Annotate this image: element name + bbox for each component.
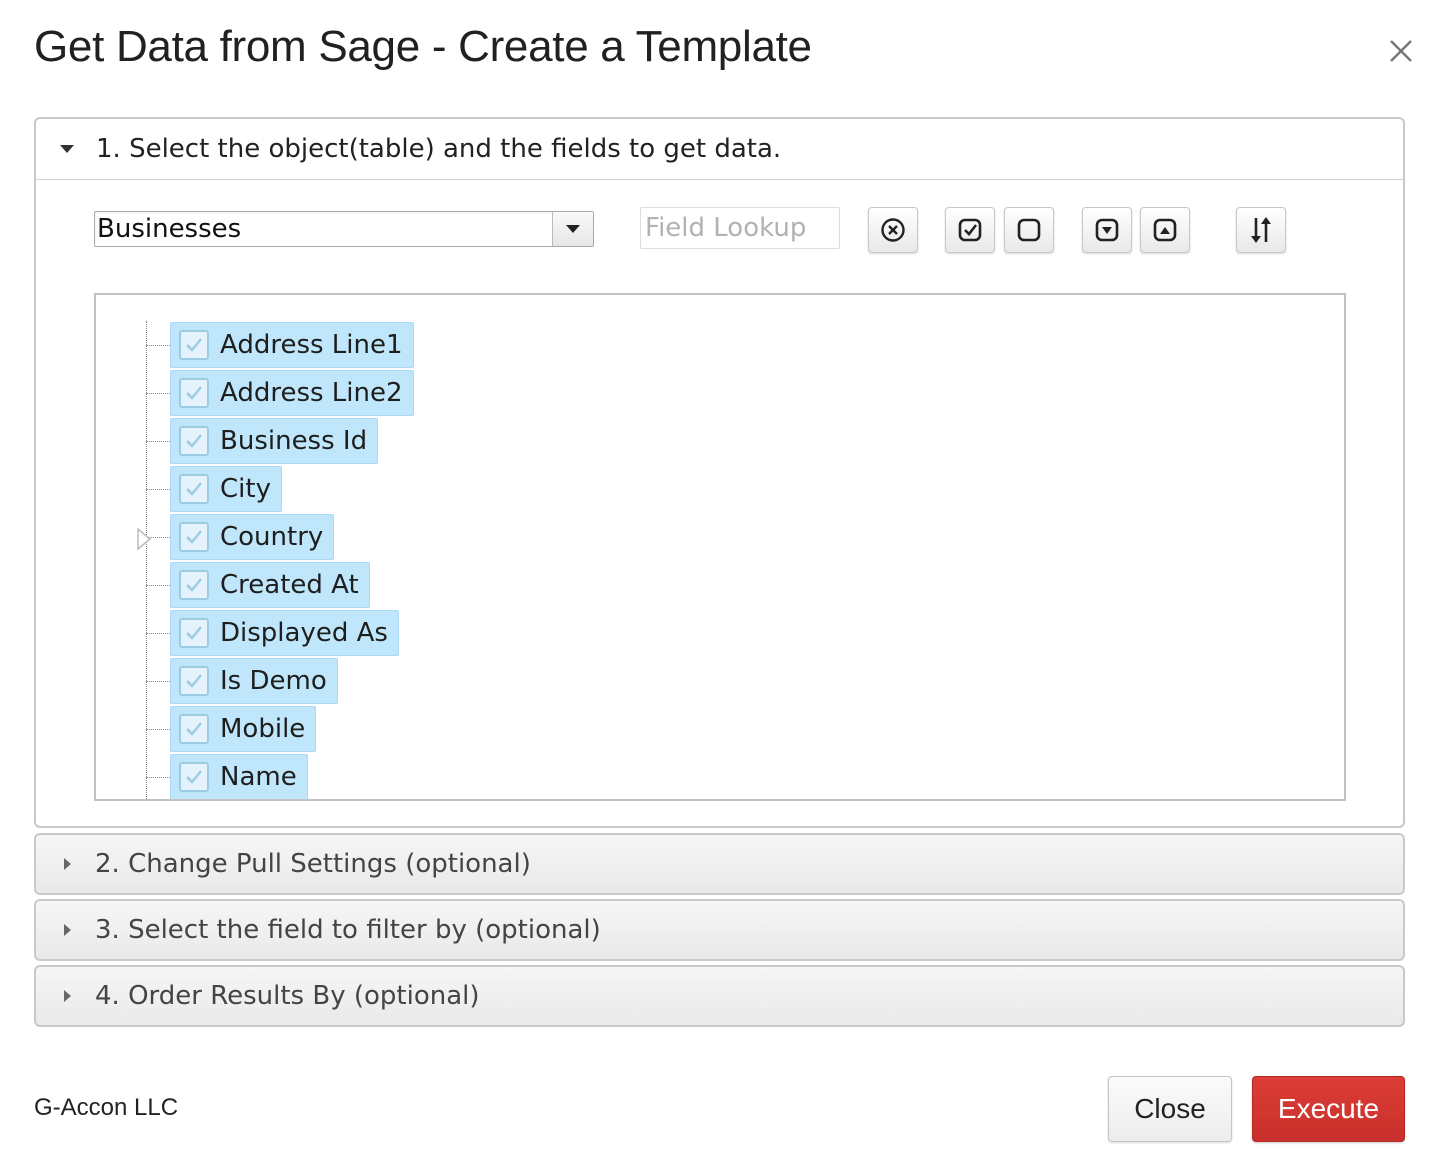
collapse-all-button[interactable] (1140, 207, 1190, 253)
tree-connector (146, 345, 170, 346)
object-select-value: Businesses (97, 214, 242, 244)
field-label: Business Id (220, 426, 368, 456)
field-node[interactable]: Business Id (170, 418, 379, 464)
close-button[interactable]: Close (1108, 1076, 1232, 1142)
field-node[interactable]: City (170, 466, 282, 512)
section-4-title: 4. Order Results By (optional) (95, 981, 480, 1011)
field-label: Displayed As (220, 618, 388, 648)
tree-connector (146, 489, 170, 490)
tree-connector (146, 729, 170, 730)
expand-all-button[interactable] (1082, 207, 1132, 253)
object-select[interactable]: Businesses (94, 211, 594, 247)
field-checkbox[interactable] (179, 474, 209, 504)
tree-connector (146, 441, 170, 442)
expand-caret-icon (64, 924, 71, 936)
field-node[interactable]: Country (170, 514, 335, 560)
clear-circle-x-icon (881, 218, 905, 242)
field-checkbox[interactable] (179, 378, 209, 408)
dropdown-arrow-icon[interactable] (552, 212, 593, 246)
field-tree[interactable]: Address Line1 Address Line2 Business Id Cit… (94, 293, 1346, 801)
check-all-icon (958, 218, 982, 242)
uncheck-all-button[interactable] (1004, 207, 1054, 253)
field-node[interactable]: Address Line2 (170, 370, 414, 416)
field-label: Is Demo (220, 666, 327, 696)
section-select-object: 1. Select the object(table) and the fiel… (34, 117, 1405, 828)
field-node[interactable]: Is Demo (170, 658, 338, 704)
field-checkbox[interactable] (179, 762, 209, 792)
field-checkbox[interactable] (179, 330, 209, 360)
company-name: G-Accon LLC (34, 1094, 179, 1121)
tree-connector (146, 585, 170, 586)
field-label: Created At (220, 570, 359, 600)
field-checkbox[interactable] (179, 570, 209, 600)
field-checkbox[interactable] (179, 714, 209, 744)
collapse-caret-icon (60, 145, 74, 153)
tree-connector (146, 681, 170, 682)
tree-connector (146, 777, 170, 778)
field-checkbox[interactable] (179, 618, 209, 648)
field-label: Country (220, 522, 324, 552)
field-label: Address Line2 (220, 378, 403, 408)
section-3-title: 3. Select the field to filter by (option… (95, 915, 601, 945)
field-label: Mobile (220, 714, 306, 744)
section-1-title: 1. Select the object(table) and the fiel… (96, 134, 782, 164)
uncheck-all-icon (1017, 218, 1041, 242)
expand-caret-icon (64, 858, 71, 870)
section-order[interactable]: 4. Order Results By (optional) (34, 965, 1405, 1027)
expand-node-icon[interactable] (136, 527, 154, 551)
section-2-title: 2. Change Pull Settings (optional) (95, 849, 531, 879)
field-node[interactable]: Displayed As (170, 610, 399, 656)
tree-connector (146, 633, 170, 634)
execute-button[interactable]: Execute (1252, 1076, 1405, 1142)
field-node[interactable]: Address Line1 (170, 322, 414, 368)
field-checkbox[interactable] (179, 522, 209, 552)
section-1-header[interactable]: 1. Select the object(table) and the fiel… (36, 119, 1403, 180)
field-checkbox[interactable] (179, 666, 209, 696)
field-checkbox[interactable] (179, 426, 209, 456)
clear-button[interactable] (868, 207, 918, 253)
sort-icon (1251, 217, 1271, 243)
field-node[interactable]: Mobile (170, 706, 317, 752)
field-lookup-input[interactable] (640, 207, 840, 249)
dialog-title: Get Data from Sage - Create a Template (34, 22, 812, 71)
tree-connector (146, 393, 170, 394)
field-label: City (220, 474, 271, 504)
expand-caret-icon (64, 990, 71, 1002)
field-node[interactable]: Created At (170, 562, 370, 608)
field-label: Address Line1 (220, 330, 403, 360)
section-pull-settings[interactable]: 2. Change Pull Settings (optional) (34, 833, 1405, 895)
sort-button[interactable] (1236, 207, 1286, 253)
section-filter[interactable]: 3. Select the field to filter by (option… (34, 899, 1405, 961)
check-all-button[interactable] (945, 207, 995, 253)
field-label: Name (220, 762, 297, 792)
field-node[interactable]: Name (170, 754, 308, 799)
expand-all-icon (1095, 218, 1119, 242)
collapse-all-icon (1153, 218, 1177, 242)
close-icon[interactable] (1382, 32, 1420, 70)
